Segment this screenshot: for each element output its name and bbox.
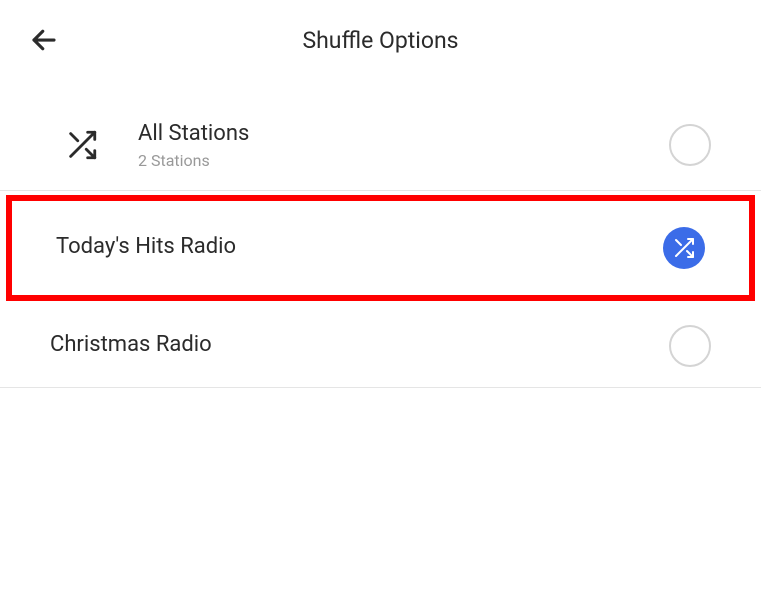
item-text: All Stations 2 Stations bbox=[138, 120, 669, 170]
shuffle-icon bbox=[672, 236, 696, 260]
item-title: Today's Hits Radio bbox=[56, 233, 663, 262]
back-arrow-icon bbox=[29, 25, 59, 55]
list-item-todays-hits[interactable]: Today's Hits Radio bbox=[6, 195, 755, 301]
page-title: Shuffle Options bbox=[302, 27, 458, 54]
item-subtitle: 2 Stations bbox=[138, 151, 669, 170]
item-title: Christmas Radio bbox=[50, 331, 669, 360]
list-item-christmas-radio[interactable]: Christmas Radio bbox=[0, 305, 761, 388]
radio-selected[interactable] bbox=[663, 227, 705, 269]
list-item-all-stations[interactable]: All Stations 2 Stations bbox=[0, 100, 761, 191]
back-button[interactable] bbox=[28, 24, 60, 56]
radio-unselected[interactable] bbox=[669, 325, 711, 367]
item-text: Christmas Radio bbox=[50, 331, 669, 360]
item-title: All Stations bbox=[138, 120, 669, 149]
radio-unselected[interactable] bbox=[669, 124, 711, 166]
item-text: Today's Hits Radio bbox=[56, 233, 663, 262]
shuffle-icon bbox=[62, 125, 102, 165]
header: Shuffle Options bbox=[0, 0, 761, 80]
shuffle-options-list: All Stations 2 Stations Today's Hits Rad… bbox=[0, 100, 761, 388]
